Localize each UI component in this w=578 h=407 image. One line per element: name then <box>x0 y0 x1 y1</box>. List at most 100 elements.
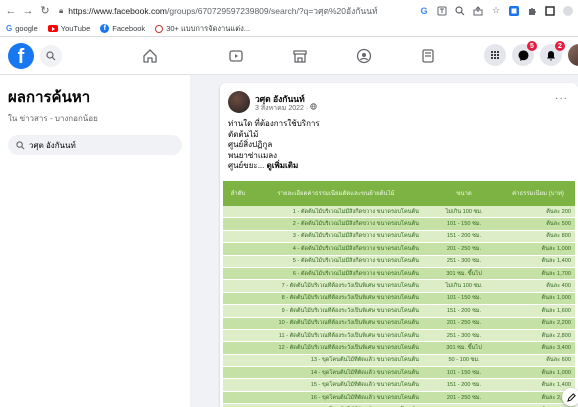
table-row: 1 - ตัดต้นไม้บริเวณไม่มีสิ่งกีดขวาง ขนาด… <box>223 206 575 219</box>
table-cell: 7 - ตัดต้นไม้บริเวณที่ต้องระวังเป็นพิเศษ… <box>281 283 419 290</box>
table-cell: 301 ซม. ขึ้นไป <box>446 270 482 277</box>
url-path: /groups/670729597239809/search/?q=วศุต%2… <box>167 5 378 16</box>
table-cell: ต้นละ 1,600 <box>541 307 571 314</box>
back-arrow-icon[interactable]: ← <box>4 4 18 18</box>
facebook-top-nav: f 5 2 <box>0 37 578 75</box>
table-cell: 151 - 200 ซม. <box>446 382 482 389</box>
table-cell: ต้นละ 3,400 <box>541 344 571 351</box>
globe-icon <box>310 103 317 112</box>
reload-icon[interactable]: ↻ <box>38 4 52 18</box>
post-line-last: ศูนย์ขยะ... <box>228 161 267 170</box>
table-header-cell: ขนาด <box>456 190 472 197</box>
lock-icon: 🔒︎ <box>59 5 64 15</box>
facebook-logo-icon[interactable]: f <box>8 43 34 69</box>
notifications-bell-icon[interactable]: 2 <box>540 41 565 66</box>
table-cell: 251 - 300 ซม. <box>446 332 482 339</box>
watch-icon[interactable] <box>226 46 246 66</box>
puzzle-icon[interactable] <box>526 5 538 17</box>
profile-icon[interactable] <box>562 5 574 17</box>
table-cell: 1 - ตัดต้นไม้บริเวณไม่มีสิ่งกีดขวาง ขนาด… <box>292 208 419 215</box>
extension-blue-icon[interactable] <box>508 5 520 17</box>
bookmark-star-icon[interactable]: ☆ <box>490 5 502 17</box>
group-search-input[interactable]: วศุต อังกันนท์ <box>8 135 182 155</box>
table-cell: 16 - ขุดโคนต้นไม้ที่ตัดแล้ว ขนาดรอบโคนต้… <box>310 394 419 401</box>
sidebar-title: ผลการค้นหา <box>8 89 91 106</box>
marketplace-icon[interactable] <box>290 46 310 66</box>
post-line: ศูนย์ขยะ... ดูเพิ่มเติม <box>228 161 320 172</box>
table-cell: 101 - 150 ซม. <box>446 369 482 376</box>
table-cell: 301 ซม. ขึ้นไป <box>446 344 482 351</box>
table-row: 5 - ตัดต้นไม้บริเวณไม่มีสิ่งกีดขวาง ขนาด… <box>223 255 575 268</box>
search-result-post: วศุต อังกันนท์ 3 สิงหาคม 2022 · ··· ท่าน… <box>220 83 578 407</box>
post-date-text: 3 สิงหาคม 2022 · <box>255 105 311 112</box>
table-row: 6 - ตัดต้นไม้บริเวณไม่มีสิ่งกีดขวาง ขนาด… <box>223 267 575 281</box>
table-cell: 12 - ตัดต้นไม้บริเวณที่ต้องระวังเป็นพิเศ… <box>278 344 419 351</box>
forward-arrow-icon[interactable]: → <box>21 4 35 18</box>
menu-grid-icon[interactable] <box>484 44 506 66</box>
table-row: 8 - ตัดต้นไม้บริเวณที่ต้องระวังเป็นพิเศษ… <box>223 292 575 306</box>
table-cell: 2 - ตัดต้นไม้บริเวณไม่มีสิ่งกีดขวาง ขนาด… <box>292 221 419 228</box>
table-row: 2 - ตัดต้นไม้บริเวณไม่มีสิ่งกีดขวาง ขนาด… <box>223 218 575 231</box>
price-table-image[interactable]: ลำดับ รายละเอียดค่าธรรมเนียมตัดและขนย้าย… <box>223 181 575 407</box>
facebook-icon: f <box>100 24 110 33</box>
groups-icon[interactable] <box>354 46 374 66</box>
table-cell: 15 - ขุดโคนต้นไม้ที่ตัดแล้ว ขนาดรอบโคนต้… <box>310 382 419 389</box>
post-line: ตัดต้นไม้ <box>228 129 259 139</box>
sidebar-subtitle: ใน ข่าวสาร - บางกอกน้อย <box>8 114 98 123</box>
table-row: 16 - ขุดโคนต้นไม้ที่ตัดแล้ว ขนาดรอบโคนต้… <box>223 391 575 405</box>
table-cell: 11 - ตัดต้นไม้บริเวณที่ต้องระวังเป็นพิเศ… <box>278 332 419 339</box>
table-cell: ต้นละ 1,000 <box>541 369 571 376</box>
table-cell: 251 - 300 ซม. <box>446 258 482 265</box>
table-row: 3 - ตัดต้นไม้บริเวณไม่มีสิ่งกีดขวาง ขนาด… <box>223 230 575 244</box>
other-bookmark-icon <box>155 24 164 33</box>
table-cell: ต้นละ 800 <box>546 233 571 240</box>
messenger-badge: 5 <box>527 41 537 51</box>
post-text: ท่านใด ที่ต้องการใช้บริการ ตัดต้นไม้ ศูน… <box>228 119 320 172</box>
table-cell: 10 - ตัดต้นไม้บริเวณที่ต้องระวังเป็นพิเศ… <box>278 320 419 327</box>
bookmark-google[interactable]: G google <box>6 24 38 33</box>
table-cell: 201 - 250 ซม. <box>446 394 482 401</box>
google-lens-icon[interactable]: G <box>418 5 430 17</box>
post-date[interactable]: 3 สิงหาคม 2022 · <box>255 103 317 114</box>
share-icon[interactable] <box>472 5 484 17</box>
youtube-icon <box>47 25 58 32</box>
new-message-icon[interactable] <box>562 388 578 406</box>
zoom-icon[interactable] <box>454 5 466 17</box>
more-options-icon[interactable]: ··· <box>555 93 568 104</box>
account-avatar[interactable] <box>568 44 578 66</box>
post-line: พนยาซ่าแมลง <box>228 150 278 160</box>
table-row: 13 - ขุดโคนต้นไม้ที่ตัดแล้ว ขนาดรอบโคนต้… <box>223 354 575 368</box>
table-row: 15 - ขุดโคนต้นไม้ที่ตัดแล้ว ขนาดรอบโคนต้… <box>223 379 575 392</box>
search-input-value: วศุต อังกันนท์ <box>29 140 76 150</box>
table-header-cell: ค่าธรรมเนียม (บาท) <box>512 190 564 197</box>
table-header-cell: ลำดับ <box>230 190 246 197</box>
post-line: ศูนย์สิ่งปฏิกูล <box>228 140 273 149</box>
search-icon[interactable] <box>40 45 62 67</box>
address-bar[interactable]: 🔒︎ https://www.facebook.com /groups/6707… <box>59 3 412 19</box>
table-cell: ต้นละ 400 <box>546 283 571 290</box>
bookmark-facebook[interactable]: f Facebook <box>100 24 145 33</box>
bookmark-label: 30+ แบบการจัดงานแต่ง... <box>166 23 251 33</box>
post-author-avatar[interactable] <box>228 91 250 113</box>
messenger-icon[interactable]: 5 <box>512 41 537 66</box>
table-cell: ต้นละ 1,000 <box>541 245 571 252</box>
gaming-icon[interactable] <box>418 46 438 66</box>
see-more-link[interactable]: ดูเพิ่มเติม <box>267 161 299 170</box>
table-cell: 4 - ตัดต้นไม้บริเวณไม่มีสิ่งกีดขวาง ขนาด… <box>292 245 419 252</box>
table-cell: 201 - 250 ซม. <box>446 320 482 327</box>
window-icon[interactable] <box>544 5 556 17</box>
table-cell: 101 - 150 ซม. <box>446 295 482 302</box>
bookmark-other[interactable]: 30+ แบบการจัดงานแต่ง... <box>155 23 250 35</box>
table-cell: ต้นละ 1,700 <box>541 270 571 277</box>
bookmark-label: YouTube <box>60 24 91 33</box>
bookmark-youtube[interactable]: YouTube <box>47 24 91 33</box>
google-icon: G <box>6 24 13 33</box>
table-cell: ต้นละ 1,400 <box>541 258 571 265</box>
table-cell: ต้นละ 600 <box>546 357 571 364</box>
search-icon <box>16 140 25 149</box>
bookmarks-bar: G google YouTube f Facebook 30+ แบบการจั… <box>0 21 578 37</box>
table-cell: ไม่เกิน 100 ซม. <box>445 283 483 290</box>
bookmark-label: Facebook <box>112 24 146 33</box>
home-icon[interactable] <box>140 46 160 66</box>
translate-icon[interactable] <box>436 5 448 17</box>
